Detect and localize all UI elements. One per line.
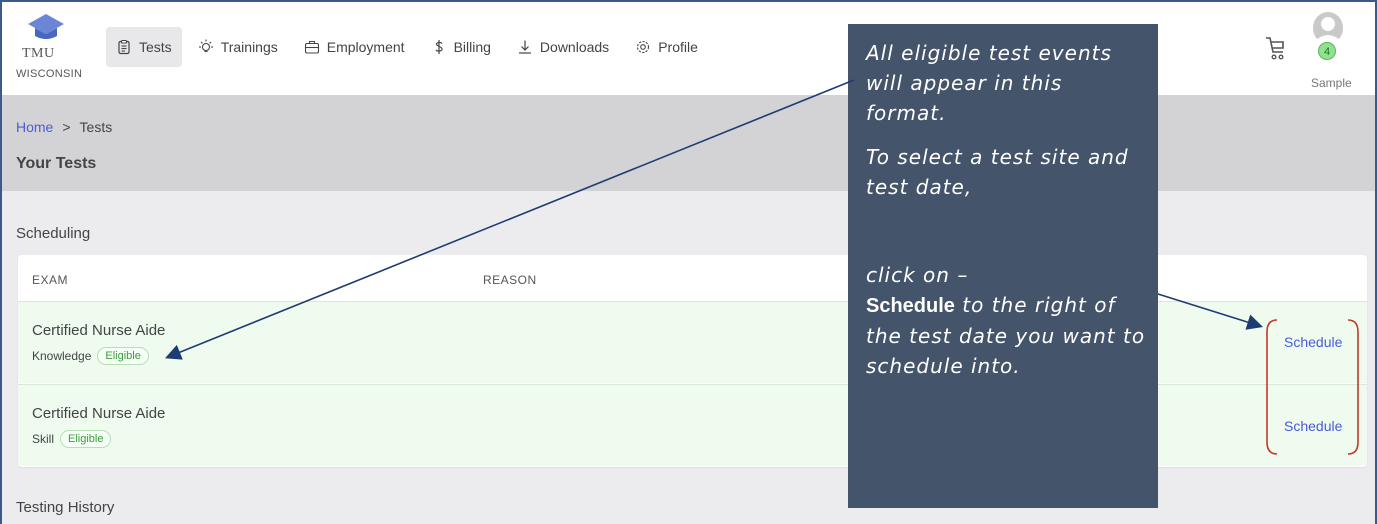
exam-subtitle: Skill Eligible [32,430,112,448]
callout-schedule-emphasis: Schedule [866,295,955,317]
user-name: Sample [1311,76,1352,90]
table-row: Certified Nurse Aide Skill Eligible Sche… [18,384,1367,466]
nav-tests[interactable]: Tests [106,27,182,67]
nav-profile[interactable]: Profile [625,27,708,67]
logo-text-wisconsin: WISCONSIN [16,68,83,80]
callout-text-format: All eligible test events will appear in … [866,41,1112,125]
callout-text-click: click on – Schedule to the right of the t… [866,260,1146,381]
breadcrumb: Home > Tests [16,119,112,135]
exam-type: Skill [32,432,55,446]
callout-click-prefix: click on – [866,263,969,287]
main-nav: Tests Trainings Employment Billing Downl… [106,27,708,67]
cart-icon[interactable] [1264,36,1286,62]
notification-count-badge: 4 [1318,42,1336,60]
top-nav-bar: TMU WISCONSIN Tests Trainings Employment… [2,2,1375,95]
user-menu[interactable]: 4 Sample [1307,12,1367,92]
briefcase-icon [304,40,319,54]
nav-downloads-label: Downloads [539,39,610,55]
nav-profile-label: Profile [658,39,698,55]
breadcrumb-separator: > [62,119,71,135]
scheduling-table: EXAM REASON Certified Nurse Aide Knowled… [18,255,1367,467]
breadcrumb-current: Tests [79,119,113,135]
nav-employment[interactable]: Employment [294,27,415,67]
main-content: Scheduling EXAM REASON Certified Nurse A… [2,191,1375,524]
status-badge: Eligible [60,430,112,448]
download-icon [518,40,531,54]
exam-title: Certified Nurse Aide [32,405,166,422]
callout-text-select: To select a test site and test date, [866,145,1129,199]
dollar-icon [435,40,443,54]
testing-history-title: Testing History [16,499,115,516]
scheduling-section-title: Scheduling [16,225,91,242]
schedule-button[interactable]: Schedule [1284,334,1342,350]
nav-employment-label: Employment [326,39,405,55]
table-row: Certified Nurse Aide Knowledge Eligible … [18,301,1367,383]
nav-trainings-label: Trainings [220,39,278,55]
column-header-reason: REASON [483,273,537,287]
nav-billing[interactable]: Billing [421,27,501,67]
nav-trainings[interactable]: Trainings [188,27,288,67]
gear-icon [637,40,650,54]
page-title: Your Tests [16,155,97,172]
page-header: Home > Tests Your Tests [2,95,1375,191]
exam-title: Certified Nurse Aide [32,322,166,339]
nav-billing-label: Billing [453,39,491,55]
nav-downloads[interactable]: Downloads [507,27,619,67]
lightbulb-icon [198,39,213,53]
graduation-cap-icon [28,14,64,39]
logo-text-tmu: TMU [22,46,55,61]
exam-type: Knowledge [32,349,92,363]
exam-subtitle: Knowledge Eligible [32,347,149,365]
instruction-callout: All eligible test events will appear in … [848,24,1158,508]
breadcrumb-home-link[interactable]: Home [16,119,53,135]
clipboard-icon [118,39,130,55]
schedule-button[interactable]: Schedule [1284,418,1342,434]
column-header-exam: EXAM [32,273,69,287]
nav-tests-label: Tests [139,39,172,55]
status-badge: Eligible [97,347,149,365]
